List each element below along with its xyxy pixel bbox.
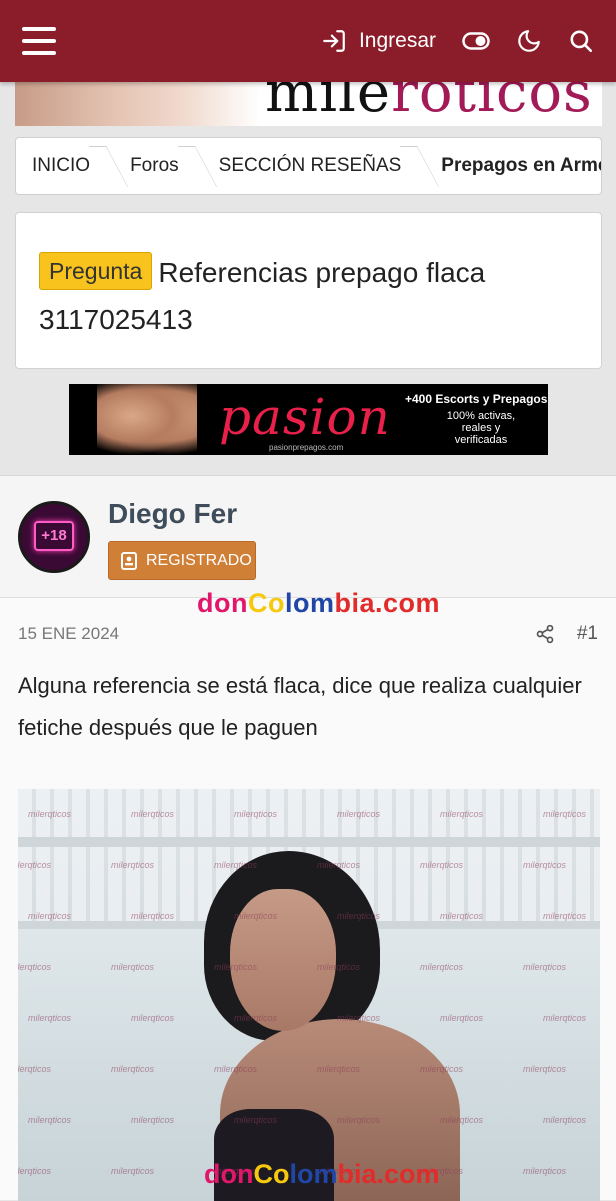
- role-badge: REGISTRADO: [108, 541, 256, 580]
- site-watermark: donColombia.com: [197, 588, 441, 618]
- breadcrumb-item-seccion-resenas[interactable]: SECCIÓN RESEÑAS: [203, 138, 426, 194]
- photo-watermark-text: milerqticos: [28, 1013, 72, 1023]
- post-meta: 15 ENE 2024 #1: [18, 622, 598, 646]
- photo-watermark-text: milerqticos: [337, 1115, 381, 1125]
- top-banner[interactable]: mileróticos: [15, 82, 602, 126]
- banner-image: [15, 82, 260, 126]
- header-actions: Ingresar: [321, 28, 594, 54]
- ad-brand: pasion: [219, 388, 391, 446]
- photo-watermark-text: milerqticos: [111, 860, 155, 870]
- photo-watermark-text: milerqticos: [111, 962, 155, 972]
- ad-subline: 100% activas, reales y verificadas: [446, 410, 516, 446]
- search-icon[interactable]: [568, 28, 594, 54]
- toggle-icon[interactable]: [462, 32, 490, 50]
- photo-watermark-text: milerqticos: [18, 1064, 52, 1074]
- photo-watermark-text: milerqticos: [440, 1115, 484, 1125]
- ad-headline: +400 Escorts y Prepagos: [405, 392, 548, 406]
- ad-image: [97, 384, 197, 455]
- photo-watermark-text: milerqticos: [131, 809, 175, 819]
- photo-watermark-text: milerqticos: [234, 911, 278, 921]
- thread-title-card: Pregunta Referencias prepago flaca 311702…: [15, 212, 602, 369]
- breadcrumb-item-foros[interactable]: Foros: [114, 138, 203, 194]
- photo-watermark-text: milerqticos: [317, 860, 361, 870]
- photo-watermark-text: milerqticos: [214, 860, 258, 870]
- photo-watermark-text: milerqticos: [337, 911, 381, 921]
- photo-watermark-text: milerqticos: [440, 911, 484, 921]
- photo-watermark-text: milerqticos: [523, 962, 567, 972]
- photo-watermark-text: milerqticos: [543, 911, 587, 921]
- share-icon[interactable]: [535, 624, 555, 644]
- photo-watermark-text: milerqticos: [420, 962, 464, 972]
- moon-icon[interactable]: [516, 28, 542, 54]
- photo-watermark-text: milerqticos: [234, 1115, 278, 1125]
- photo-watermark-text: milerqticos: [317, 962, 361, 972]
- photo-watermark-text: milerqticos: [131, 911, 175, 921]
- photo-watermark-text: milerqticos: [28, 911, 72, 921]
- ad-url: pasionprepagos.com: [269, 443, 344, 452]
- photo-watermark-text: milerqticos: [523, 1064, 567, 1074]
- author-name[interactable]: Diego Fer: [108, 498, 237, 530]
- photo-site-watermark: donColombia.com: [204, 1159, 440, 1189]
- photo-watermark-text: milerqticos: [337, 1013, 381, 1023]
- photo-watermark-text: milerqticos: [523, 1166, 567, 1176]
- thread-title: Pregunta Referencias prepago flaca 311702…: [39, 249, 579, 343]
- photo-watermark-text: milerqticos: [440, 809, 484, 819]
- photo-watermark-text: milerqticos: [131, 1013, 175, 1023]
- photo-watermark-text: milerqticos: [337, 809, 381, 819]
- post-photo[interactable]: milerqticos milerqticos milerqticos milerqt…: [18, 789, 600, 1201]
- post: +18 Diego Fer REGISTRADO donColombia.com…: [0, 475, 616, 1201]
- breadcrumb-item-inicio[interactable]: INICIO: [16, 138, 114, 194]
- hamburger-menu-icon[interactable]: [22, 27, 56, 55]
- post-number[interactable]: #1: [577, 623, 598, 645]
- post-author-row: +18 Diego Fer REGISTRADO: [0, 476, 616, 598]
- photo-watermark-text: milerqticos: [234, 1013, 278, 1023]
- photo-watermarks: milerqticos milerqticos milerqticos milerqt…: [18, 789, 600, 1201]
- photo-watermark-text: milerqticos: [111, 1064, 155, 1074]
- login-icon: [321, 28, 347, 54]
- photo-watermark-text: milerqticos: [18, 860, 52, 870]
- photo-watermark-text: milerqticos: [420, 860, 464, 870]
- login-button[interactable]: Ingresar: [321, 28, 436, 54]
- post-message: Alguna referencia se está flaca, dice qu…: [18, 673, 582, 740]
- photo-watermark-text: milerqticos: [420, 1064, 464, 1074]
- post-date[interactable]: 15 ENE 2024: [18, 624, 119, 644]
- photo-watermark-text: milerqticos: [523, 860, 567, 870]
- photo-watermark-text: milerqticos: [234, 809, 278, 819]
- photo-watermark-text: milerqticos: [543, 1013, 587, 1023]
- avatar[interactable]: +18: [18, 501, 90, 573]
- role-label: REGISTRADO: [146, 551, 252, 569]
- banner-logo: mileróticos: [265, 82, 593, 125]
- photo-watermark-text: milerqticos: [543, 1115, 587, 1125]
- top-bar: Ingresar: [0, 0, 616, 82]
- photo-watermark-text: milerqticos: [214, 1064, 258, 1074]
- photo-watermark-text: milerqticos: [317, 1064, 361, 1074]
- breadcrumb: INICIO Foros SECCIÓN RESEÑAS Prepagos en…: [15, 137, 602, 195]
- photo-watermark-text: milerqticos: [111, 1166, 155, 1176]
- login-label: Ingresar: [358, 29, 436, 52]
- pasion-ad-banner[interactable]: pasion pasionprepagos.com +400 Escorts y…: [69, 384, 548, 455]
- photo-watermark-text: milerqticos: [28, 809, 72, 819]
- photo-watermark-text: milerqticos: [440, 1013, 484, 1023]
- id-card-icon: [121, 551, 137, 570]
- photo-watermark-text: milerqticos: [214, 962, 258, 972]
- photo-watermark-text: milerqticos: [543, 809, 587, 819]
- thread-prefix-badge[interactable]: Pregunta: [39, 252, 153, 290]
- photo-watermark-text: milerqticos: [18, 1166, 52, 1176]
- breadcrumb-item-prepagos-armenia[interactable]: Prepagos en Armenia: [425, 138, 601, 194]
- photo-watermark-text: milerqticos: [18, 962, 52, 972]
- photo-watermark-text: milerqticos: [28, 1115, 72, 1125]
- avatar-label: +18: [34, 521, 74, 551]
- photo-watermark-text: milerqticos: [131, 1115, 175, 1125]
